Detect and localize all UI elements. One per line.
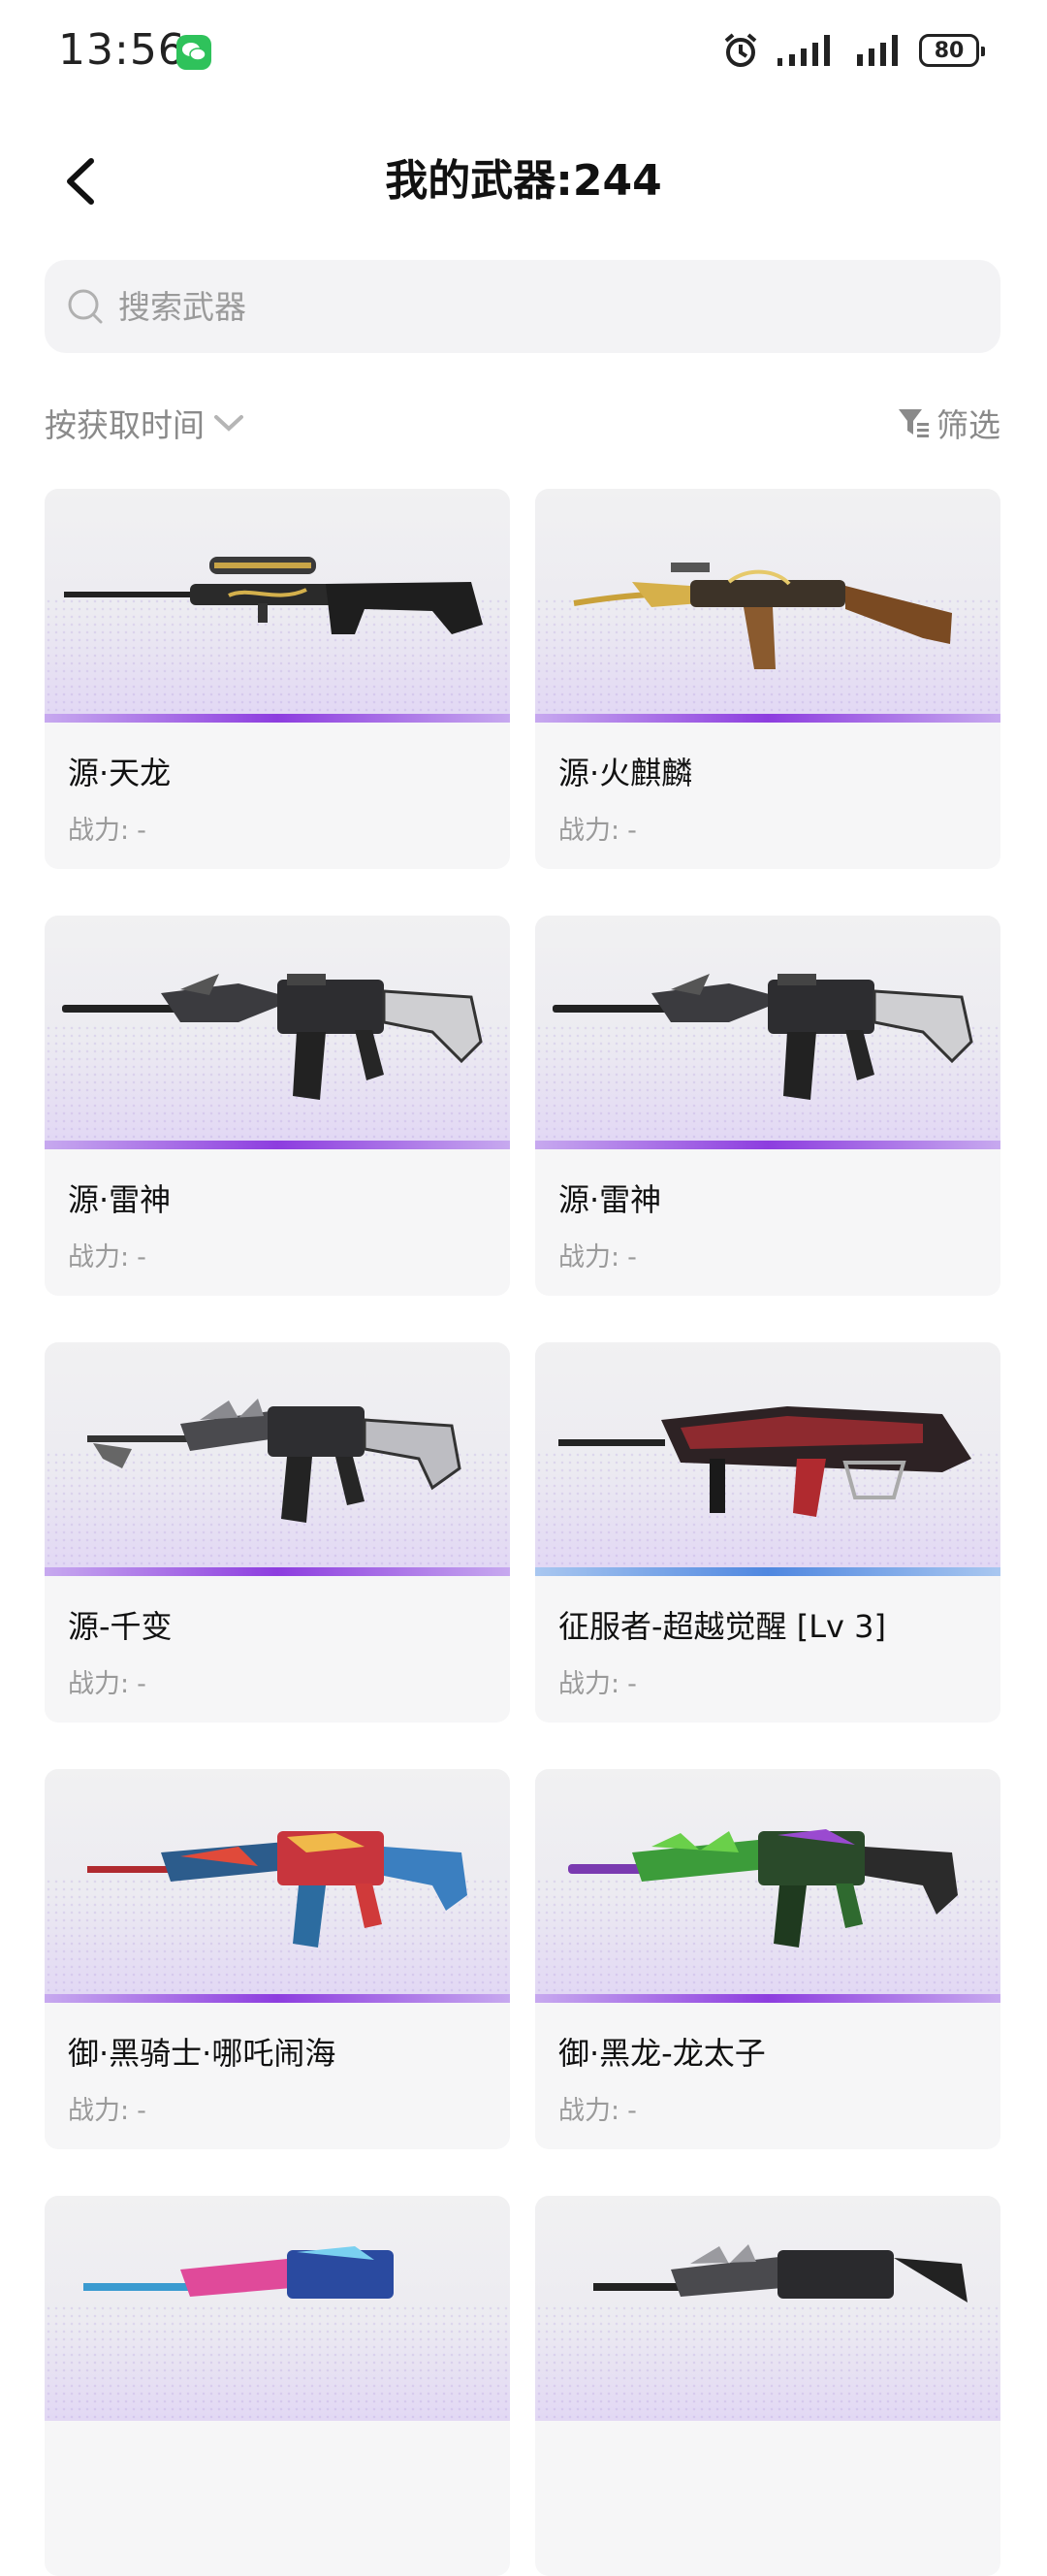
weapon-name: 源-千变 [68,1608,173,1645]
weapon-name: 源·天龙 [68,755,172,791]
weapon-image [45,2196,510,2421]
status-bar: 13:56 80 [0,0,1047,107]
weapon-name: 征服者-超越觉醒 [Lv 3] [558,1608,886,1645]
rarity-bar [45,1141,510,1149]
weapon-image [535,1769,1000,1994]
weapon-card[interactable] [45,2196,510,2576]
battery-icon: 80 [919,34,985,67]
weapon-image [45,916,510,1141]
weapon-power: 战力: - [558,1669,637,1699]
rarity-bar [535,1994,1000,2003]
weapon-name: 源·雷神 [558,1181,662,1218]
sort-dropdown[interactable]: 按获取时间 [45,396,245,450]
weapon-image [45,1342,510,1567]
weapon-name: 源·火麒麟 [558,755,693,791]
signal-icon-2 [857,35,898,66]
weapon-image [45,1769,510,1994]
weapon-card[interactable] [535,2196,1000,2576]
rarity-bar [535,1567,1000,1576]
weapon-card[interactable]: 源·火麒麟 战力: - [535,489,1000,869]
weapon-card[interactable]: 征服者-超越觉醒 [Lv 3] 战力: - [535,1342,1000,1723]
weapon-power: 战力: - [558,2096,637,2126]
signal-icon [777,35,830,66]
search-icon [68,289,103,324]
search-input[interactable] [116,286,954,327]
weapon-card[interactable]: 源·雷神 战力: - [535,916,1000,1296]
weapon-image [535,1342,1000,1567]
search-box[interactable] [45,260,1000,353]
weapon-card[interactable]: 御·黑骑士·哪吒闹海 战力: - [45,1769,510,2149]
rarity-bar [535,1141,1000,1149]
wechat-icon [176,35,211,70]
weapon-card[interactable]: 源-千变 战力: - [45,1342,510,1723]
page-title: 我的武器:244 [385,156,662,206]
filter-label: 筛选 [936,406,1000,444]
status-icons: 80 [721,29,985,72]
filter-button[interactable]: 筛选 [896,396,1000,450]
weapon-image [535,916,1000,1141]
weapon-name: 源·雷神 [68,1181,172,1218]
weapon-image [535,2196,1000,2421]
weapon-name: 御·黑骑士·哪吒闹海 [68,2035,336,2072]
rarity-bar [45,1567,510,1576]
weapon-power: 战力: - [68,2096,146,2126]
chevron-down-icon [214,415,243,432]
weapon-card[interactable]: 源·雷神 战力: - [45,916,510,1296]
rarity-bar [535,714,1000,723]
rarity-bar [45,1994,510,2003]
weapon-power: 战力: - [68,816,146,846]
weapon-name: 御·黑龙-龙太子 [558,2035,766,2072]
weapon-card[interactable]: 御·黑龙-龙太子 战力: - [535,1769,1000,2149]
weapon-power: 战力: - [68,1242,146,1272]
sort-label: 按获取时间 [45,406,205,444]
alarm-icon [724,33,757,67]
back-button[interactable] [50,145,109,217]
filter-icon [899,409,929,437]
chevron-left-icon [67,158,94,205]
weapon-power: 战力: - [68,1669,146,1699]
rarity-bar [45,714,510,723]
weapon-image [535,489,1000,714]
weapon-power: 战力: - [558,1242,637,1272]
weapon-card[interactable]: 源·天龙 战力: - [45,489,510,869]
weapon-image [45,489,510,714]
weapon-power: 战力: - [558,816,637,846]
weapon-grid: 源·天龙 战力: - 源·火麒麟 战力: - 源·雷神 战力: - 源·雷神 战… [45,489,1000,2576]
status-time: 13:56 [58,25,186,75]
